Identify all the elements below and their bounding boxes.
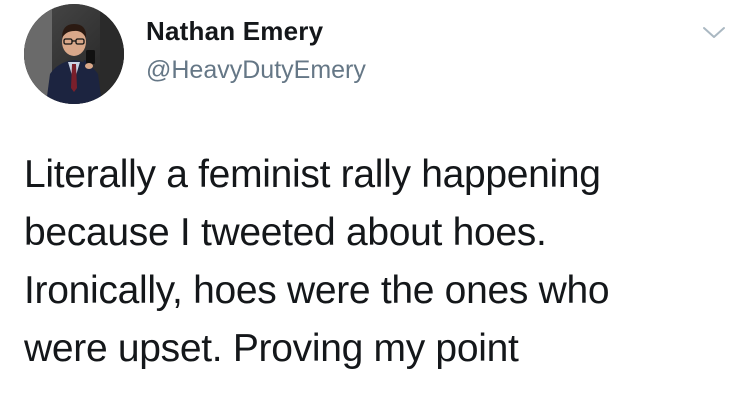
tweet-menu-button[interactable]	[700, 20, 728, 44]
chevron-down-icon	[703, 27, 725, 38]
author-avatar[interactable]	[24, 4, 124, 104]
author-handle[interactable]: @HeavyDutyEmery	[146, 56, 366, 85]
tweet-text-line: Ironically, hoes were the ones who	[24, 269, 610, 312]
tweet-card: Nathan Emery @HeavyDutyEmery Literally a…	[0, 0, 748, 405]
tweet-text: Literally a feminist rally happening bec…	[24, 146, 724, 378]
tweet-text-line: because I tweeted about hoes.	[24, 211, 547, 254]
author-display-name[interactable]: Nathan Emery	[146, 16, 323, 47]
avatar-photo-icon	[24, 4, 124, 104]
tweet-text-line: were upset. Proving my point	[24, 327, 519, 370]
tweet-text-line: Literally a feminist rally happening	[24, 153, 601, 196]
